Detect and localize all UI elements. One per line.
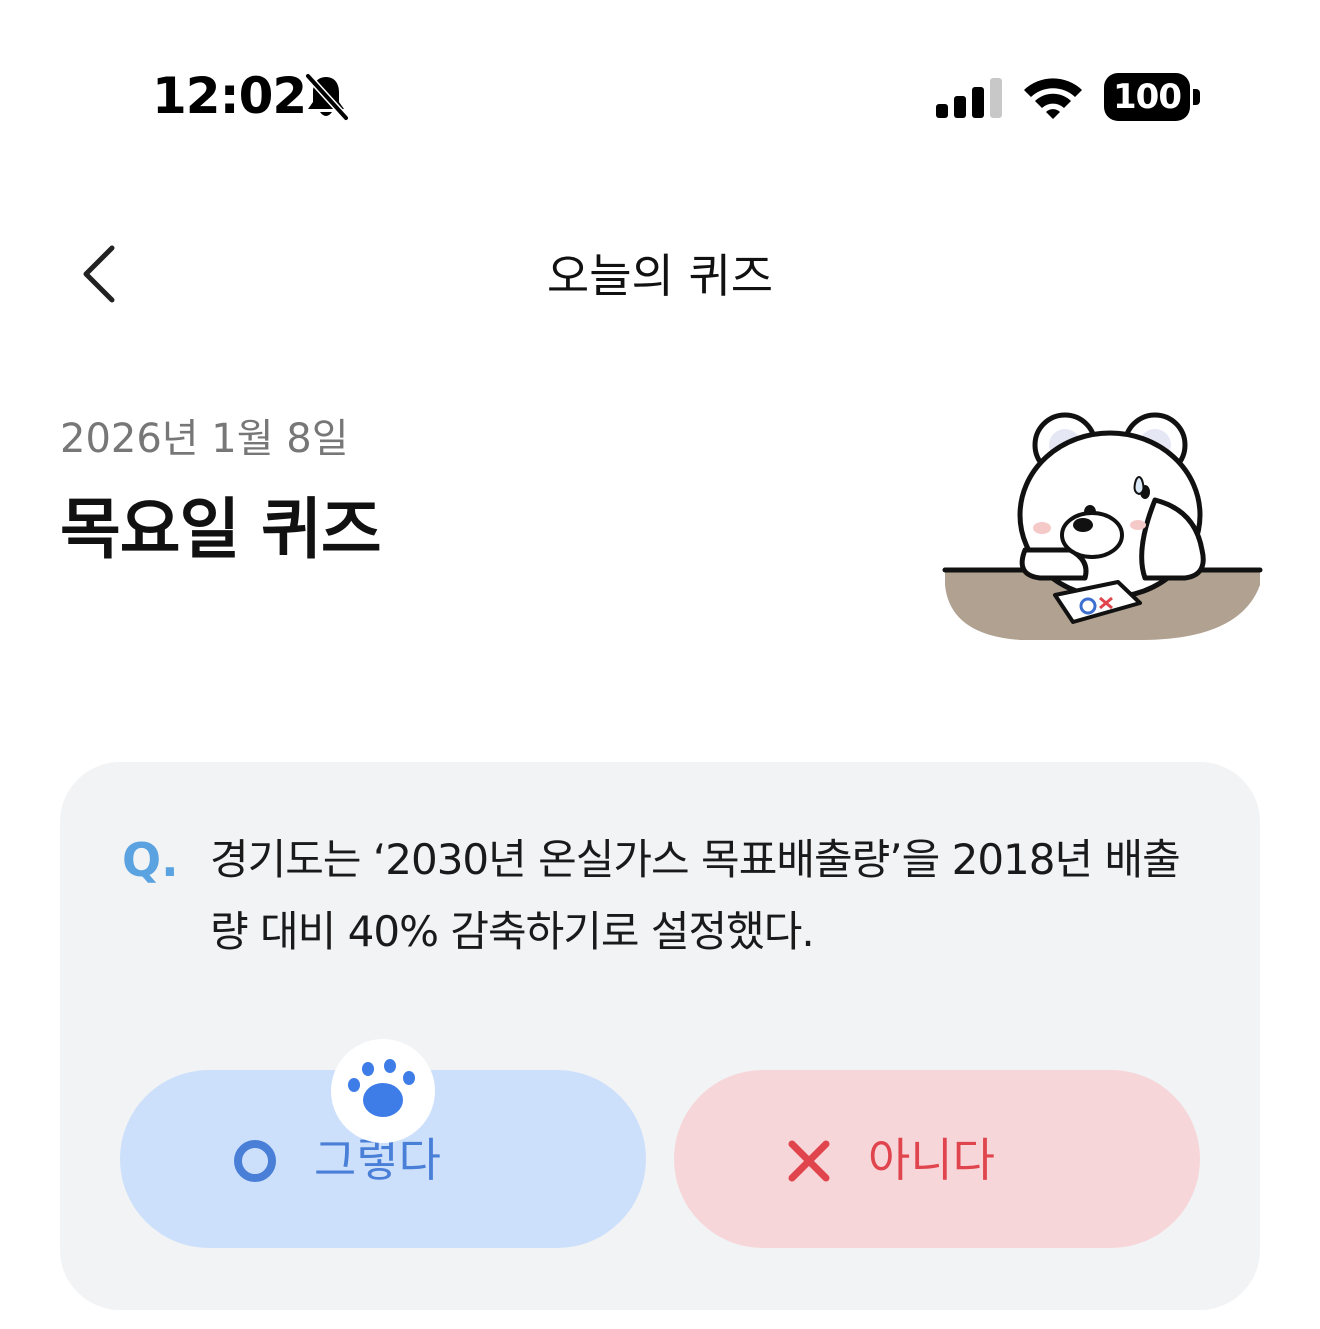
question-marker: Q. (122, 833, 179, 887)
question-card: Q. 경기도는 ‘2030년 온실가스 목표배출량’을 2018년 배출량 대비… (60, 762, 1260, 1310)
status-time: 12:02 (152, 67, 307, 125)
page-title: 오늘의 퀴즈 (546, 249, 774, 303)
nav-header: 오늘의 퀴즈 (0, 220, 1320, 330)
answer-no-button[interactable]: 아니다 (674, 1070, 1200, 1248)
battery-level: 100 (1104, 73, 1190, 121)
battery-indicator: 100 (1104, 73, 1202, 121)
signal-icon (936, 78, 1002, 118)
answer-no-label: 아니다 (868, 1133, 995, 1187)
quiz-date: 2026년 1월 8일 (60, 416, 349, 462)
quiz-title: 목요일 퀴즈 (60, 491, 382, 568)
paw-icon (331, 1039, 435, 1143)
bear-illustration (942, 412, 1263, 640)
status-bar: 12:02 100 (0, 0, 1320, 190)
question-text: 경기도는 ‘2030년 온실가스 목표배출량’을 2018년 배출량 대비 40… (210, 835, 1181, 956)
x-mark-icon (788, 1140, 830, 1182)
bell-slash-icon (304, 72, 350, 122)
battery-tip (1193, 89, 1200, 105)
wifi-icon (1024, 78, 1082, 119)
circle-o-icon (234, 1140, 276, 1182)
